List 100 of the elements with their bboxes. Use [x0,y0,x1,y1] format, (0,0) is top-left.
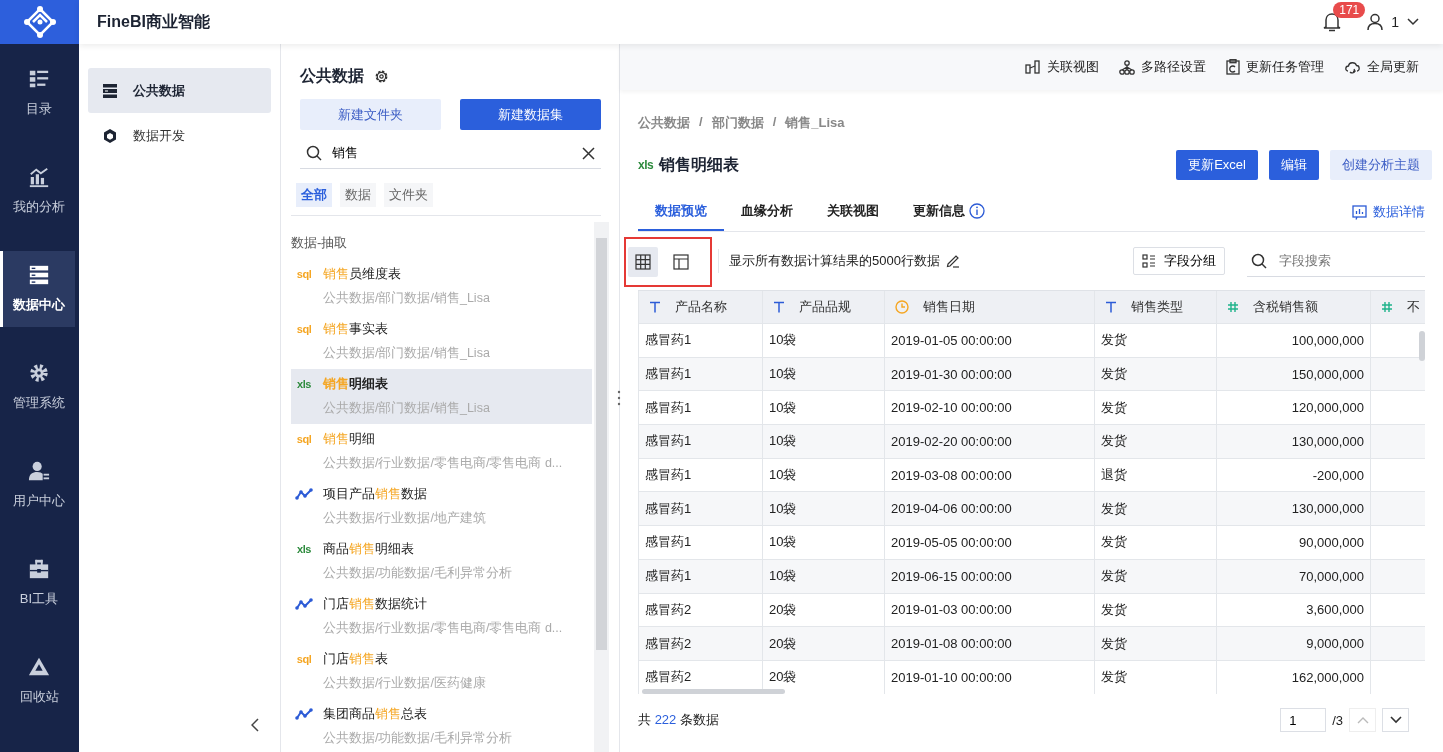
details-link[interactable]: 数据详情 [1352,203,1425,221]
dataset-item[interactable]: sql 销售事实表 公共数据/部门数据/销售_Lisa [291,314,592,369]
scrollbar[interactable] [642,689,785,694]
dataset-path: 公共数据/行业数据/地产建筑 [322,510,487,527]
sql-icon: sql [295,653,313,665]
logo-tile[interactable] [0,0,79,44]
table-cell: 退货 [1101,466,1127,485]
nav-item[interactable]: 回收站 [0,643,75,719]
link-view-icon [1025,60,1041,74]
column-header[interactable]: 销售日期 [884,291,1094,323]
table-cell: 150,000,000 [1291,366,1364,382]
column-header[interactable]: 销售类型 [1094,291,1216,323]
table-cell: 发货 [1101,634,1127,653]
table-cell: 感冒药2 [645,668,692,687]
toolbar-link[interactable]: 全局更新 [1344,58,1419,76]
filter-tab[interactable]: 文件夹 [384,183,433,207]
bell-icon[interactable] [1323,12,1342,32]
table-cell: 感冒药1 [645,331,692,350]
drag-handle-icon[interactable] [617,390,621,406]
toolbar-link[interactable]: 关联视图 [1025,58,1099,76]
column-header[interactable]: 产品名称 [638,291,762,323]
nav-item[interactable]: 目录 [0,55,75,131]
next-page-button[interactable] [1382,708,1409,732]
new-dataset-button[interactable]: 新建数据集 [460,99,601,130]
table-cell: 20袋 [769,668,797,687]
dataset-path: 公共数据/功能数据/毛利异常分析 [322,730,513,747]
table-cell: 感冒药2 [645,634,692,653]
gear-icon [28,362,50,384]
table-cell: -200,000 [1312,467,1364,483]
breadcrumb-separator: / [772,114,777,131]
table-cell: 发货 [1101,533,1127,552]
edit-icon[interactable] [945,254,960,268]
dataset-path: 公共数据/部门数据/销售_Lisa [322,345,491,362]
user-name[interactable]: 1 [1391,14,1399,30]
field-group-button[interactable]: 字段分组 [1133,247,1225,275]
nav-item[interactable]: 管理系统 [0,349,75,425]
chevron-down-icon [1389,716,1402,724]
column-header[interactable]: 不 [1370,291,1425,323]
table-cell: 感冒药1 [645,567,692,586]
grid-view-button[interactable] [628,247,658,277]
dataset-item[interactable]: xls 商品销售明细表 公共数据/功能数据/毛利异常分析 [291,534,592,589]
table-cell: 10袋 [769,567,797,586]
notification-badge: 171 [1333,2,1366,18]
search-field[interactable]: 销售 [330,144,574,162]
line-chart-icon [295,708,313,720]
excel-icon: xls [638,158,654,172]
nav-item[interactable]: BI工具 [0,545,75,621]
table-cell: 20袋 [769,634,797,653]
new-folder-button[interactable]: 新建文件夹 [300,99,441,130]
user-icon[interactable] [1367,13,1384,31]
triangle-icon [28,656,50,678]
table-cell: 感冒药1 [645,533,692,552]
breadcrumb-link[interactable]: 销售_Lisa [785,114,845,132]
page-input[interactable]: 1 [1280,708,1327,732]
toolbar-link[interactable]: 更新任务管理 [1226,58,1324,76]
chevron-down-icon[interactable] [1407,18,1419,26]
sidebar-item[interactable]: 公共数据 [88,68,271,113]
nav-item[interactable]: 用户中心 [0,447,75,523]
dataset-item[interactable]: sql 门店销售表 公共数据/行业数据/医药健康 [291,644,592,699]
nav-item[interactable]: 数据中心 [0,251,75,327]
nav-item[interactable]: 我的分析 [0,153,75,229]
dataset-name: 商品销售明细表 [323,540,414,558]
dataset-item[interactable]: 项目产品销售数据 公共数据/行业数据/地产建筑 [291,479,592,534]
tab[interactable]: 数据预览 [638,193,724,231]
table-cell: 2019-06-15 00:00:00 [891,568,1012,584]
grid-icon [635,254,651,270]
scrollbar[interactable] [1419,331,1425,361]
table-cell: 发货 [1101,365,1127,384]
action-button[interactable]: 更新Excel [1176,150,1258,180]
settings-icon[interactable] [374,69,389,84]
scrollbar[interactable] [594,222,609,752]
tab[interactable]: 血缘分析 [724,193,810,231]
table-cell: 120,000,000 [1291,400,1364,416]
dataset-item[interactable]: 门店销售数据统计 公共数据/行业数据/零售电商/零售电商 d... [291,589,592,644]
excel-icon: xls [295,378,313,390]
filter-tab[interactable]: 全部 [296,183,332,207]
field-search[interactable]: 字段搜索 [1277,252,1401,269]
search-icon [306,145,322,161]
tab[interactable]: 更新信息 [896,193,1002,231]
table-cell: 2019-01-03 00:00:00 [891,602,1012,618]
filter-tab[interactable]: 数据 [340,183,376,207]
cube-icon [103,128,117,143]
dataset-item[interactable]: 集团商品销售总表 公共数据/功能数据/毛利异常分析 [291,699,592,752]
column-header[interactable]: 含税销售额 [1216,291,1370,323]
collapse-icon[interactable] [251,718,259,732]
breadcrumb-link[interactable]: 部门数据 [711,114,764,132]
action-button[interactable]: 编辑 [1269,150,1319,180]
table-cell: 2019-01-08 00:00:00 [891,636,1012,652]
sidebar-item[interactable]: 数据开发 [88,113,271,158]
toolbar-link[interactable]: 多路径设置 [1119,58,1206,76]
close-icon[interactable] [582,146,595,160]
dataset-item[interactable]: xls 销售明细表 公共数据/部门数据/销售_Lisa [291,369,592,424]
dataset-item[interactable]: sql 销售员维度表 公共数据/部门数据/销售_Lisa [291,259,592,314]
tab[interactable]: 关联视图 [810,193,896,231]
breadcrumb-link[interactable]: 公共数据 [638,114,690,132]
action-button[interactable]: 创建分析主题 [1330,150,1432,180]
dataset-item[interactable]: sql 销售明细 公共数据/行业数据/零售电商/零售电商 d... [291,424,592,479]
column-header[interactable]: 产品品规 [762,291,884,323]
sql-icon: sql [295,323,313,335]
dataset-name: 项目产品销售数据 [323,485,427,503]
